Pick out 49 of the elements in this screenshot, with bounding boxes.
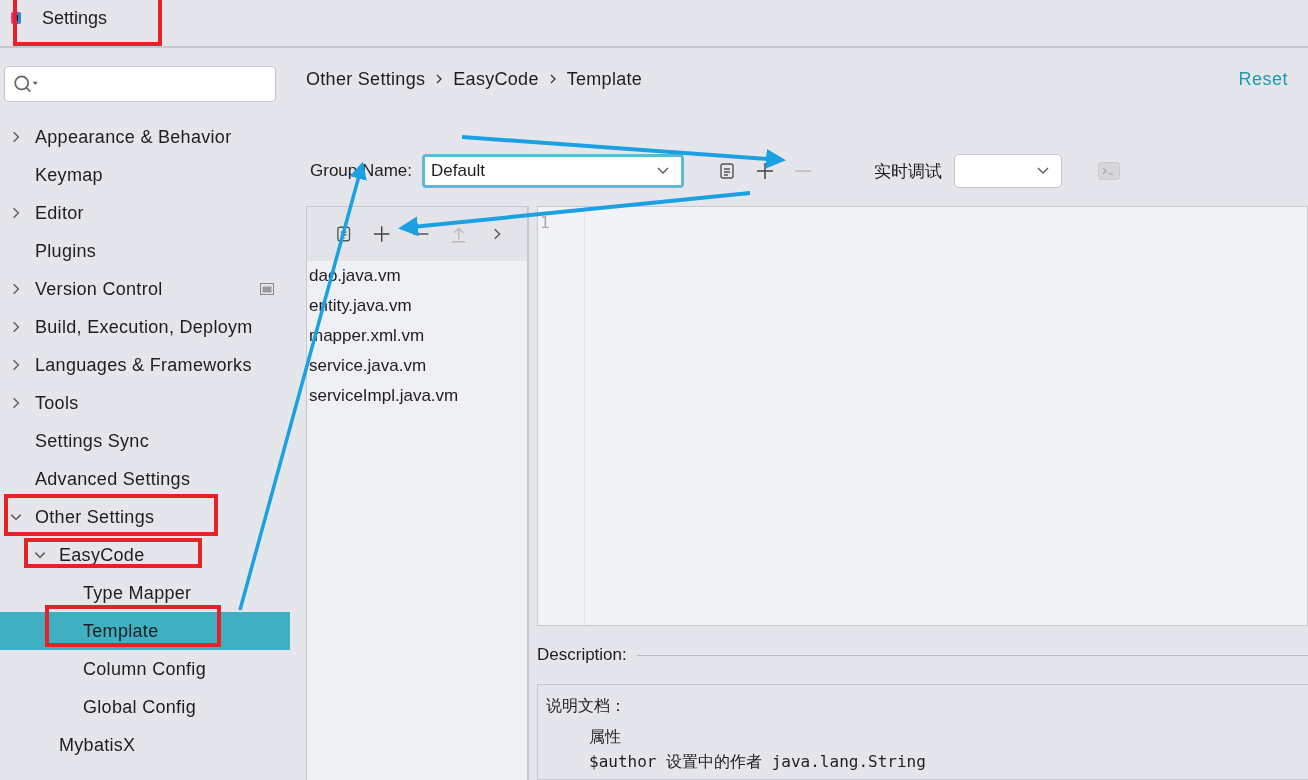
caret-icon: [657, 167, 670, 175]
tree-item[interactable]: Version Control: [0, 270, 290, 308]
search-field[interactable]: [4, 66, 276, 102]
tree-item[interactable]: Type Mapper: [0, 574, 290, 612]
chevron-icon: [10, 321, 22, 333]
tree-item[interactable]: Tools: [0, 384, 290, 422]
template-file-item[interactable]: service.java.vm: [307, 351, 527, 381]
breadcrumb-item[interactable]: Template: [566, 68, 643, 90]
breadcrumb-item[interactable]: EasyCode: [453, 68, 539, 90]
chevron-icon: [10, 207, 22, 219]
chevron-icon: [10, 511, 22, 523]
debug-label: 实时调试: [874, 160, 943, 183]
line-number: 1: [540, 213, 551, 232]
window-title: Settings: [42, 7, 108, 29]
chevron-icon: [10, 359, 22, 371]
chevron-icon: [548, 74, 557, 84]
tree-item[interactable]: Other Settings: [0, 498, 290, 536]
chevron-icon: [10, 131, 22, 143]
group-dropdown[interactable]: Default: [422, 154, 685, 188]
tree-item[interactable]: EasyCode: [0, 536, 290, 574]
chevron-icon: [435, 74, 444, 84]
tree-item[interactable]: Plugins: [0, 232, 290, 270]
tree-item[interactable]: Column Config: [0, 650, 290, 688]
chevron-icon: [10, 397, 22, 409]
tree-item[interactable]: Global Config: [0, 688, 290, 726]
description-line: 说明文档：: [546, 696, 627, 716]
description-label: Description:: [537, 645, 627, 665]
caret-icon: [1037, 167, 1050, 175]
tree-item[interactable]: Keymap: [0, 156, 290, 194]
tree-item[interactable]: Advanced Settings: [0, 460, 290, 498]
tree-item[interactable]: Editor: [0, 194, 290, 232]
debug-dropdown[interactable]: [954, 154, 1063, 188]
chevron-icon: [10, 283, 22, 295]
search-icon: [13, 74, 39, 94]
breadcrumb-item[interactable]: Other Settings: [306, 68, 426, 90]
tree-item[interactable]: Template: [0, 612, 290, 650]
tree-item[interactable]: Languages & Frameworks: [0, 346, 290, 384]
add-icon[interactable]: [373, 225, 391, 243]
copy-icon[interactable]: [335, 225, 353, 243]
tree-item[interactable]: Settings Sync: [0, 422, 290, 460]
tree-item[interactable]: Build, Execution, Deploym: [0, 308, 290, 346]
chevron-icon: [34, 549, 46, 561]
copy-icon[interactable]: [718, 162, 737, 180]
tree-item[interactable]: MybatisX: [0, 726, 290, 764]
description-line: $author 设置中的作者 java.lang.String: [588, 751, 927, 773]
add-icon[interactable]: [756, 162, 775, 180]
description-line: 属性: [588, 727, 622, 747]
tree-item[interactable]: Appearance & Behavior: [0, 118, 290, 156]
template-file-item[interactable]: serviceImpl.java.vm: [307, 381, 527, 411]
